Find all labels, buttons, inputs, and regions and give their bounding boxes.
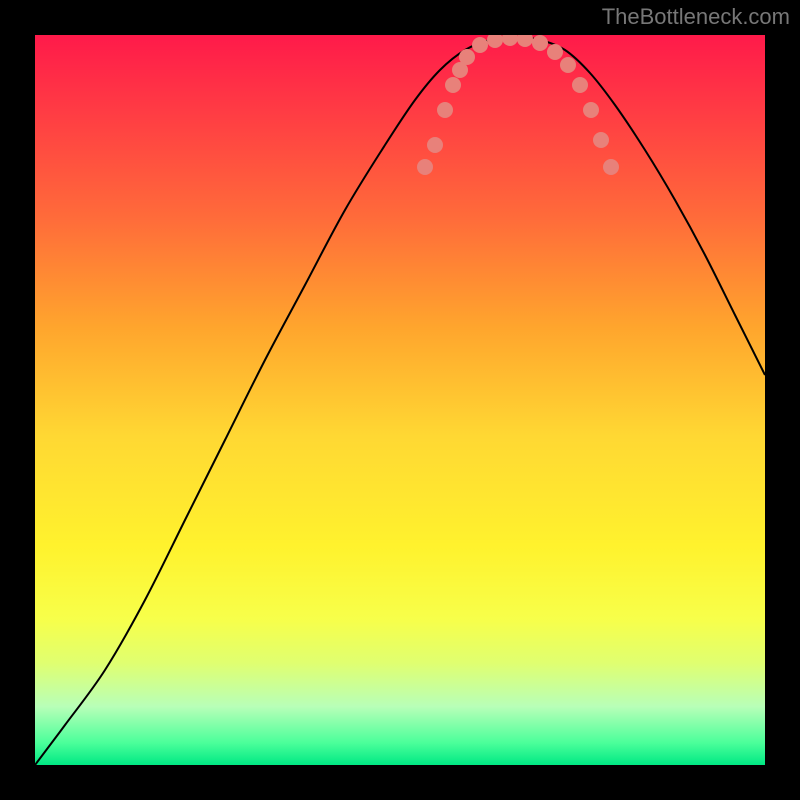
watermark-text: TheBottleneck.com: [602, 4, 790, 30]
data-marker: [560, 57, 576, 73]
data-marker: [532, 35, 548, 51]
data-marker: [459, 49, 475, 65]
plot-area: [35, 35, 765, 765]
data-marker: [547, 44, 563, 60]
curve-line: [35, 37, 765, 765]
data-marker: [593, 132, 609, 148]
data-marker: [445, 77, 461, 93]
data-marker: [417, 159, 433, 175]
data-marker: [472, 37, 488, 53]
data-marker: [437, 102, 453, 118]
chart-container: TheBottleneck.com: [0, 0, 800, 800]
data-marker: [603, 159, 619, 175]
data-marker: [487, 35, 503, 48]
data-marker: [502, 35, 518, 46]
markers-group: [417, 35, 619, 175]
data-marker: [572, 77, 588, 93]
data-marker: [517, 35, 533, 47]
data-marker: [427, 137, 443, 153]
chart-svg: [35, 35, 765, 765]
data-marker: [583, 102, 599, 118]
